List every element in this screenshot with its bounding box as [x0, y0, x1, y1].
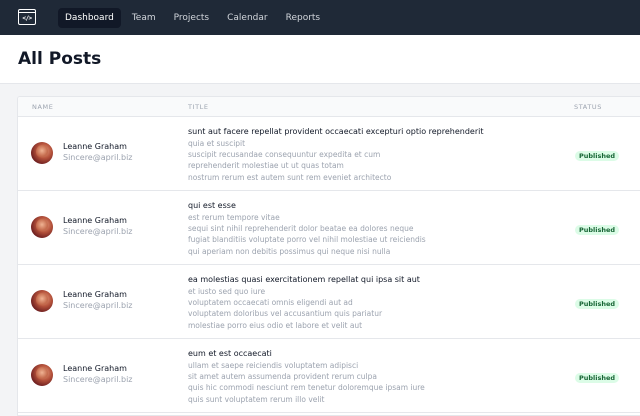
post-title: ea molestias quasi exercitationem repell… — [188, 275, 420, 284]
user-name: Leanne Graham — [63, 142, 127, 151]
post-body: quia et suscipit suscipit recusandae con… — [188, 138, 518, 183]
user-email: Sincere@april.biz — [63, 153, 133, 162]
posts-table: NAME TITLE STATUS Leanne Graham Sincere@… — [17, 96, 640, 416]
table-row[interactable]: Leanne Graham Sincere@april.biz sunt aut… — [18, 117, 640, 191]
post-body-line: reprehenderit molestiae ut ut quas totam — [188, 161, 344, 171]
user-email: Sincere@april.biz — [63, 301, 133, 310]
post-title: sunt aut facere repellat provident occae… — [188, 127, 484, 136]
column-header-title: TITLE — [188, 103, 209, 111]
post-body-line: est rerum tempore vitae — [188, 213, 280, 222]
table-row[interactable]: Leanne Graham Sincere@april.biz ea moles… — [18, 265, 640, 339]
user-name: Leanne Graham — [63, 290, 127, 299]
status-badge: Published — [575, 151, 620, 161]
logo-glyph: </> — [22, 15, 32, 22]
nav-link-reports[interactable]: Reports — [279, 8, 328, 28]
status-badge: Published — [575, 373, 620, 383]
avatar — [31, 290, 53, 312]
nav-link-calendar[interactable]: Calendar — [220, 8, 274, 28]
table-row[interactable]: Leanne Graham Sincere@april.biz qui est … — [18, 191, 640, 265]
table-header: NAME TITLE STATUS — [18, 97, 640, 117]
post-body-line: fugiat blanditiis voluptate porro vel ni… — [188, 235, 426, 245]
post-body-line: suscipit recusandae consequuntur expedit… — [188, 150, 381, 160]
page-title: All Posts — [18, 49, 102, 69]
post-body-line: quis sunt voluptatem rerum illo velit — [188, 394, 325, 404]
user-name: Leanne Graham — [63, 216, 127, 225]
user-email: Sincere@april.biz — [63, 227, 133, 236]
post-body-line: sit amet autem assumenda provident rerum… — [188, 372, 377, 382]
column-header-name: NAME — [32, 103, 54, 111]
post-body-line: sequi sint nihil reprehenderit dolor bea… — [188, 224, 414, 234]
page-header: All Posts — [0, 35, 640, 84]
post-body-line: nostrum rerum est autem sunt rem eveniet… — [188, 172, 392, 182]
code-logo-icon[interactable]: </> — [18, 9, 36, 25]
post-body-line: voluptatem occaecati omnis eligendi aut … — [188, 298, 353, 308]
avatar — [31, 142, 53, 164]
nav-links: Dashboard Team Projects Calendar Reports — [58, 8, 329, 28]
nav-link-projects[interactable]: Projects — [167, 8, 216, 28]
avatar — [31, 216, 53, 238]
status-badge: Published — [575, 299, 620, 309]
nav-link-team[interactable]: Team — [125, 8, 163, 28]
column-header-status: STATUS — [574, 103, 602, 111]
post-body-line: molestiae porro eius odio et labore et v… — [188, 320, 363, 330]
post-body-line: quis hic commodi nesciunt rem tenetur do… — [188, 383, 425, 393]
table-row[interactable]: Leanne Graham Sincere@april.biz eum et e… — [18, 339, 640, 413]
avatar — [31, 364, 53, 386]
post-body-line: ullam et saepe reiciendis voluptatem adi… — [188, 361, 359, 370]
status-badge: Published — [575, 225, 620, 235]
top-navbar: </> Dashboard Team Projects Calendar Rep… — [0, 0, 640, 35]
user-name: Leanne Graham — [63, 364, 127, 373]
post-body-line: et iusto sed quo iure — [188, 287, 266, 296]
post-body: ullam et saepe reiciendis voluptatem adi… — [188, 360, 518, 405]
post-body-line: quia et suscipit — [188, 139, 246, 148]
user-email: Sincere@april.biz — [63, 375, 133, 384]
post-title: eum et est occaecati — [188, 349, 272, 358]
post-body: est rerum tempore vitae sequi sint nihil… — [188, 212, 518, 257]
post-body: et iusto sed quo iure voluptatem occaeca… — [188, 286, 518, 331]
nav-link-dashboard[interactable]: Dashboard — [58, 8, 121, 28]
post-title: qui est esse — [188, 201, 236, 210]
post-body-line: qui aperiam non debitis possimus qui neq… — [188, 246, 391, 256]
post-body-line: voluptatem doloribus vel accusantium qui… — [188, 309, 383, 319]
